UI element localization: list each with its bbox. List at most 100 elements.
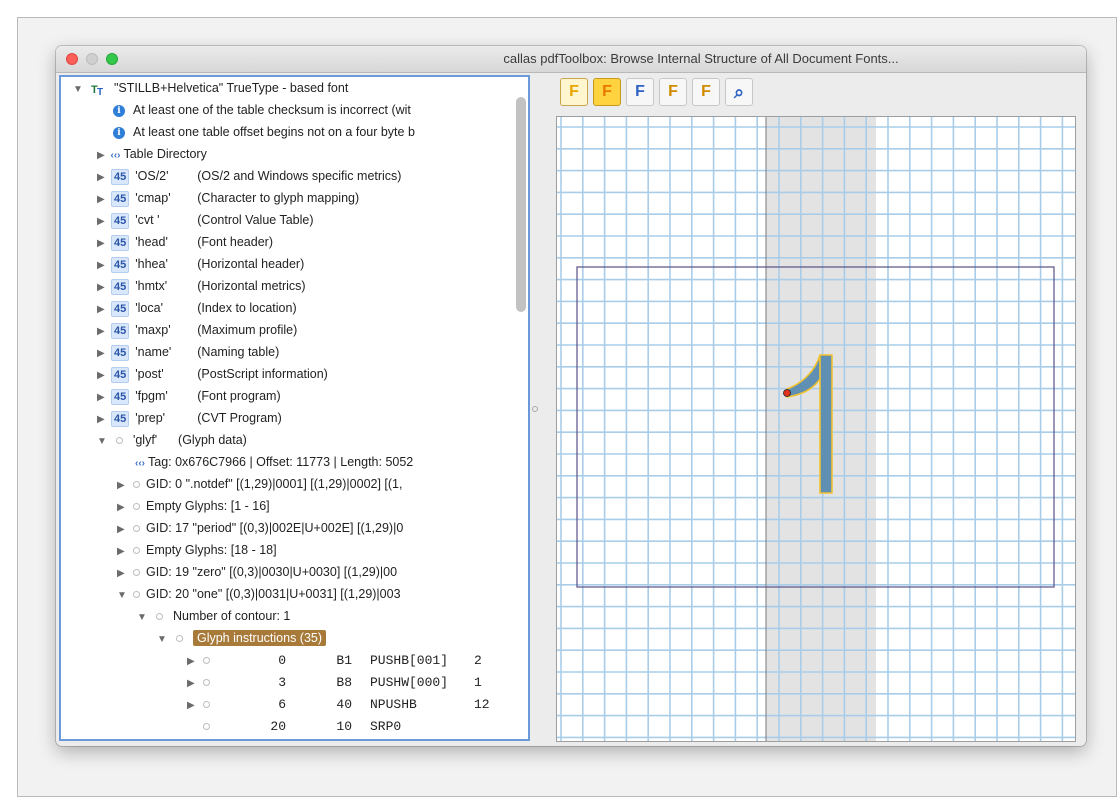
disclosure-closed-icon[interactable]: ▶	[97, 365, 107, 387]
disclosure-closed-icon[interactable]: ▶	[117, 497, 127, 519]
glyph-viewer-canvas[interactable]	[556, 116, 1076, 742]
disclosure-closed-icon[interactable]: ▶	[97, 387, 107, 409]
glyph-points-button[interactable]: F	[560, 78, 588, 106]
window-title: callas pdfToolbox: Browse Internal Struc…	[503, 51, 899, 66]
tree-item-table[interactable]: ▶ 45 'hmtx' (Horizontal metrics)	[97, 275, 306, 297]
glyph-list-item[interactable]: ▶ Empty Glyphs: [1 - 16]	[117, 495, 270, 517]
tree-item-table[interactable]: ▶ 45 'cmap' (Character to glyph mapping)	[97, 187, 359, 209]
instruction-row[interactable]: ▶ 3 B8 PUSHW[000] 1	[187, 671, 482, 693]
instruction-row[interactable]: ▶ 6 40 NPUSHB 12	[187, 693, 490, 715]
disclosure-closed-icon[interactable]: ▶	[187, 651, 197, 673]
glyph-plain-button[interactable]: F	[626, 78, 654, 106]
tree-root-font[interactable]: ▼ T T "STILLB+Helvetica" TrueType - base…	[73, 77, 348, 99]
disclosure-closed-icon[interactable]: ▶	[97, 277, 107, 299]
node-circle-icon	[133, 569, 140, 577]
tree-item-table[interactable]: ▶ 45 'hhea' (Horizontal header)	[97, 253, 304, 275]
truetype-font-icon: T T	[90, 81, 107, 96]
table-tag: 'post'	[135, 367, 164, 381]
node-circle-icon	[133, 525, 140, 533]
table-count-badge: 45	[111, 410, 130, 427]
glyph-plain-icon: F	[635, 83, 645, 100]
node-circle-icon	[156, 613, 164, 621]
table-tag: 'hhea'	[135, 257, 168, 271]
table-tag: 'OS/2'	[135, 169, 169, 183]
instruction-offset: 20	[270, 719, 286, 734]
glyph-points-icon: F	[569, 83, 579, 100]
disclosure-closed-icon[interactable]: ▶	[97, 255, 107, 277]
app-window: callas pdfToolbox: Browse Internal Struc…	[56, 46, 1086, 746]
glyph-list-item[interactable]: ▶ Empty Glyphs: [18 - 18]	[117, 539, 277, 561]
glyph-instructions-label: Glyph instructions (35)	[192, 630, 327, 646]
tree-item-table[interactable]: ▶ 45 'prep' (CVT Program)	[97, 407, 282, 429]
glyph-grid-button[interactable]: F	[692, 78, 720, 106]
instruction-opcode: 40	[336, 697, 352, 712]
glyph-outline-button[interactable]: F	[593, 78, 621, 106]
tree-item-contours[interactable]: ▼ Number of contour: 1	[137, 605, 290, 627]
tree-item-glyph-instructions[interactable]: ▼ Glyph instructions (35)	[157, 627, 327, 651]
tree-item-table[interactable]: ▶ 45 'loca' (Index to location)	[97, 297, 297, 319]
disclosure-open-icon[interactable]: ▼	[97, 431, 107, 453]
table-description: (Index to location)	[197, 301, 297, 315]
glyph-list-item[interactable]: ▼ GID: 20 "one" [(0,3)|0031|U+0031] [(1,2…	[117, 583, 401, 605]
disclosure-closed-icon[interactable]: ▶	[117, 541, 127, 563]
table-description: (Maximum profile)	[197, 323, 298, 337]
glyph-hinted-button[interactable]: F	[659, 78, 687, 106]
warning-checksum[interactable]: i At least one of the table checksum is i…	[113, 99, 411, 121]
zoom-button[interactable]: ⌕	[725, 78, 753, 106]
disclosure-closed-icon[interactable]: ▶	[97, 145, 107, 167]
glyph-grid-icon: F	[701, 83, 711, 100]
instruction-row[interactable]: ▶ 0 B1 PUSHB[001] 2	[187, 649, 482, 671]
font-structure-tree-pane[interactable]: ▼ T T "STILLB+Helvetica" TrueType - base…	[59, 75, 530, 741]
disclosure-closed-icon[interactable]: ▶	[117, 519, 127, 541]
disclosure-closed-icon[interactable]: ▶	[97, 321, 107, 343]
instruction-offset: 6	[278, 697, 286, 712]
table-count-badge: 45	[111, 300, 130, 317]
tree-item-table[interactable]: ▶ 45 'fpgm' (Font program)	[97, 385, 281, 407]
tree-scrollbar[interactable]	[516, 97, 526, 312]
warning-offset[interactable]: i At least one table offset begins not on…	[113, 121, 415, 143]
tree-item-table[interactable]: ▶ 45 'name' (Naming table)	[97, 341, 279, 363]
disclosure-closed-icon[interactable]: ▶	[97, 343, 107, 365]
disclosure-open-icon[interactable]: ▼	[73, 79, 83, 101]
tree-item-table[interactable]: ▶ 45 'post' (PostScript information)	[97, 363, 328, 385]
instruction-argument: 12	[474, 697, 490, 712]
instruction-row[interactable]: ▶2010SRP0	[187, 715, 474, 737]
tree-item-glyf[interactable]: ▼ 'glyf' (Glyph data)	[97, 429, 247, 451]
table-count-badge: 45	[111, 256, 130, 273]
disclosure-closed-icon[interactable]: ▶	[97, 233, 107, 255]
disclosure-closed-icon[interactable]: ▶	[117, 563, 127, 585]
disclosure-closed-icon[interactable]: ▶	[97, 299, 107, 321]
instruction-opcode: B8	[336, 675, 352, 690]
glyf-tag-info[interactable]: ‹‹› Tag: 0x676C7966 | Offset: 11773 | Len…	[135, 451, 413, 473]
tree-item-table[interactable]: ▶ 45 'maxp' (Maximum profile)	[97, 319, 297, 341]
node-circle-icon	[203, 701, 210, 709]
disclosure-closed-icon[interactable]: ▶	[187, 695, 197, 717]
tree-item-table[interactable]: ▶ 45 'head' (Font header)	[97, 231, 273, 253]
disclosure-open-icon[interactable]: ▼	[157, 629, 167, 651]
node-circle-icon	[133, 591, 140, 599]
node-circle-icon	[133, 481, 140, 489]
disclosure-closed-icon[interactable]: ▶	[97, 409, 107, 431]
disclosure-closed-icon[interactable]: ▶	[117, 475, 127, 497]
instruction-name: SRP0	[370, 719, 402, 734]
table-description: (Control Value Table)	[197, 213, 314, 227]
disclosure-closed-icon[interactable]: ▶	[187, 673, 197, 695]
table-tag: 'fpgm'	[135, 389, 168, 403]
tree-item-table[interactable]: ▶ 45 'cvt ' (Control Value Table)	[97, 209, 314, 231]
disclosure-closed-icon[interactable]: ▶	[97, 167, 107, 189]
glyph-list-item[interactable]: ▶ GID: 0 ".notdef" [(1,29)|0001] [(1,29)|…	[117, 473, 402, 495]
tree-item-table[interactable]: ▶ 45 'OS/2' (OS/2 and Windows specific metr…	[97, 165, 401, 187]
table-count-badge: 45	[111, 234, 130, 251]
tree-item-table-directory[interactable]: ▶ ‹‹› Table Directory	[97, 143, 207, 165]
disclosure-closed-icon[interactable]: ▶	[97, 189, 107, 211]
disclosure-closed-icon[interactable]: ▶	[97, 211, 107, 233]
table-description: (Horizontal header)	[197, 257, 305, 271]
glyph-list-item[interactable]: ▶ GID: 19 "zero" [(0,3)|0030|U+0030] [(1,…	[117, 561, 397, 583]
disclosure-open-icon[interactable]: ▼	[137, 607, 147, 629]
pane-splitter-handle[interactable]	[532, 406, 538, 412]
node-circle-icon	[133, 503, 140, 511]
disclosure-open-icon[interactable]: ▼	[117, 585, 127, 607]
font-name-label: "STILLB+Helvetica" TrueType - based font	[113, 81, 349, 95]
glyph-list-item[interactable]: ▶ GID: 17 "period" [(0,3)|002E|U+002E] [(…	[117, 517, 403, 539]
svg-text:T: T	[97, 87, 103, 96]
